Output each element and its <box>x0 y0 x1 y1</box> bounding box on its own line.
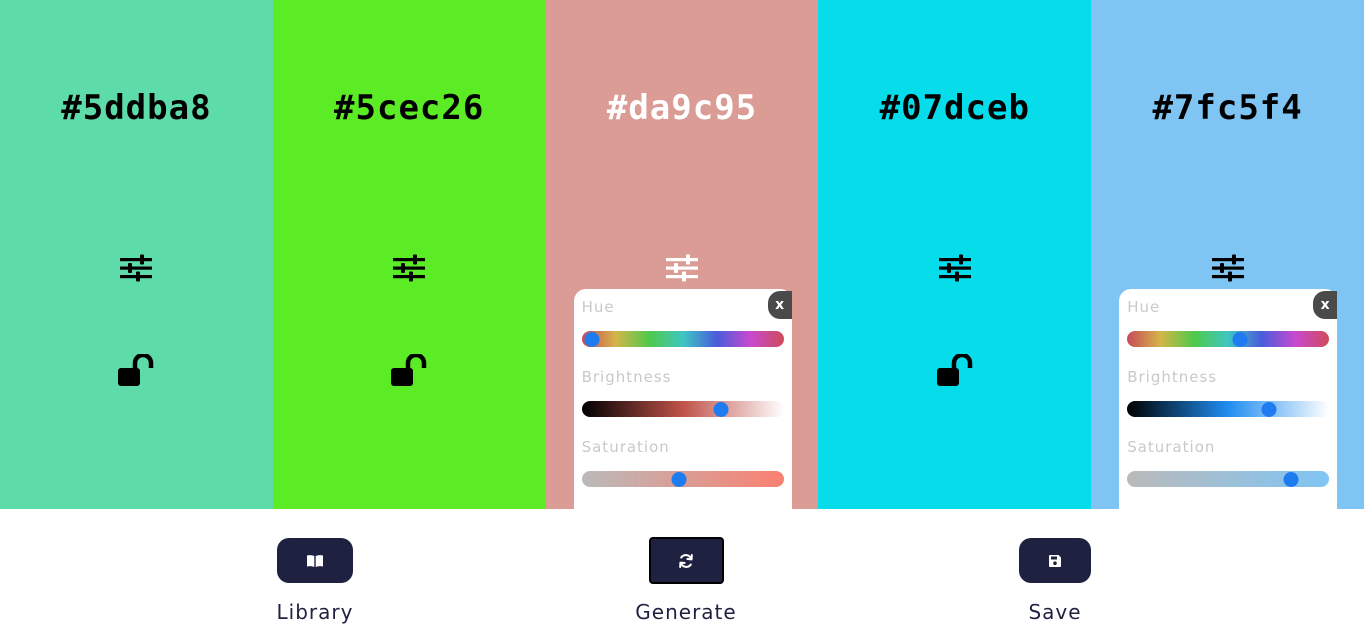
color-swatch: #07dceb <box>818 0 1092 509</box>
library-button[interactable] <box>277 538 353 583</box>
color-swatch: #7fc5f4 x Hue Brightness Saturation <box>1091 0 1364 509</box>
adjust-button[interactable] <box>389 251 429 285</box>
brightness-slider-thumb[interactable] <box>1261 402 1277 417</box>
hue-slider-thumb[interactable] <box>1232 332 1248 347</box>
brightness-slider[interactable] <box>581 401 784 417</box>
unlocked-padlock-icon <box>118 354 154 386</box>
close-panel-button[interactable]: x <box>1313 291 1338 319</box>
color-swatch: #5ddba8 <box>0 0 273 509</box>
lock-button[interactable] <box>389 354 429 388</box>
color-swatch: #da9c95 x Hue Brightness Saturation <box>545 0 819 509</box>
saturation-slider-thumb[interactable] <box>671 472 687 487</box>
saturation-slider-thumb[interactable] <box>1283 472 1299 487</box>
save-label: Save <box>1028 600 1082 624</box>
brightness-slider[interactable] <box>1127 401 1330 417</box>
hex-code[interactable]: #7fc5f4 <box>1091 88 1364 128</box>
adjust-button[interactable] <box>935 251 975 285</box>
adjust-panel: x Hue Brightness Saturation <box>1119 289 1338 509</box>
hex-code[interactable]: #5ddba8 <box>0 88 273 128</box>
sliders-icon <box>1211 254 1244 282</box>
sliders-icon <box>393 254 426 282</box>
brightness-label: Brightness <box>1127 368 1218 386</box>
unlocked-padlock-icon <box>936 354 973 386</box>
sliders-icon <box>665 254 698 282</box>
close-panel-button[interactable]: x <box>767 291 792 319</box>
sliders-icon <box>938 254 971 282</box>
action-bar: Library Generate Save <box>0 509 1364 635</box>
brightness-slider-thumb[interactable] <box>713 402 729 417</box>
generate-action: Generate <box>628 537 744 624</box>
floppy-disk-icon <box>1049 554 1061 567</box>
saturation-label: Saturation <box>581 438 670 456</box>
save-button[interactable] <box>1019 538 1091 583</box>
library-action: Library <box>271 538 359 624</box>
generate-button[interactable] <box>648 537 724 584</box>
unlocked-padlock-icon <box>391 354 427 386</box>
save-action: Save <box>1016 538 1094 624</box>
saturation-slider[interactable] <box>581 471 784 487</box>
lock-button[interactable] <box>935 354 975 388</box>
sliders-icon <box>120 254 153 282</box>
color-palette: #5ddba8 #5cec26 #da9c95 x Hue Brightness… <box>0 0 1364 509</box>
hue-slider[interactable] <box>1127 331 1330 347</box>
adjust-button[interactable] <box>662 251 702 285</box>
book-icon <box>307 554 323 567</box>
hue-label: Hue <box>581 298 615 316</box>
library-label: Library <box>276 600 354 624</box>
adjust-button[interactable] <box>116 251 156 285</box>
hue-slider[interactable] <box>581 331 784 347</box>
brightness-label: Brightness <box>581 368 672 386</box>
hex-code[interactable]: #07dceb <box>818 88 1091 128</box>
saturation-label: Saturation <box>1127 438 1216 456</box>
adjust-button[interactable] <box>1208 251 1248 285</box>
color-swatch: #5cec26 <box>272 0 546 509</box>
hex-code[interactable]: #da9c95 <box>546 88 819 128</box>
hue-slider-thumb[interactable] <box>584 332 600 347</box>
generate-label: Generate <box>635 600 737 624</box>
refresh-icon <box>679 553 693 568</box>
hue-label: Hue <box>1127 298 1161 316</box>
saturation-slider[interactable] <box>1127 471 1330 487</box>
hex-code[interactable]: #5cec26 <box>273 88 546 128</box>
adjust-panel: x Hue Brightness Saturation <box>573 289 792 509</box>
lock-button[interactable] <box>116 354 156 388</box>
